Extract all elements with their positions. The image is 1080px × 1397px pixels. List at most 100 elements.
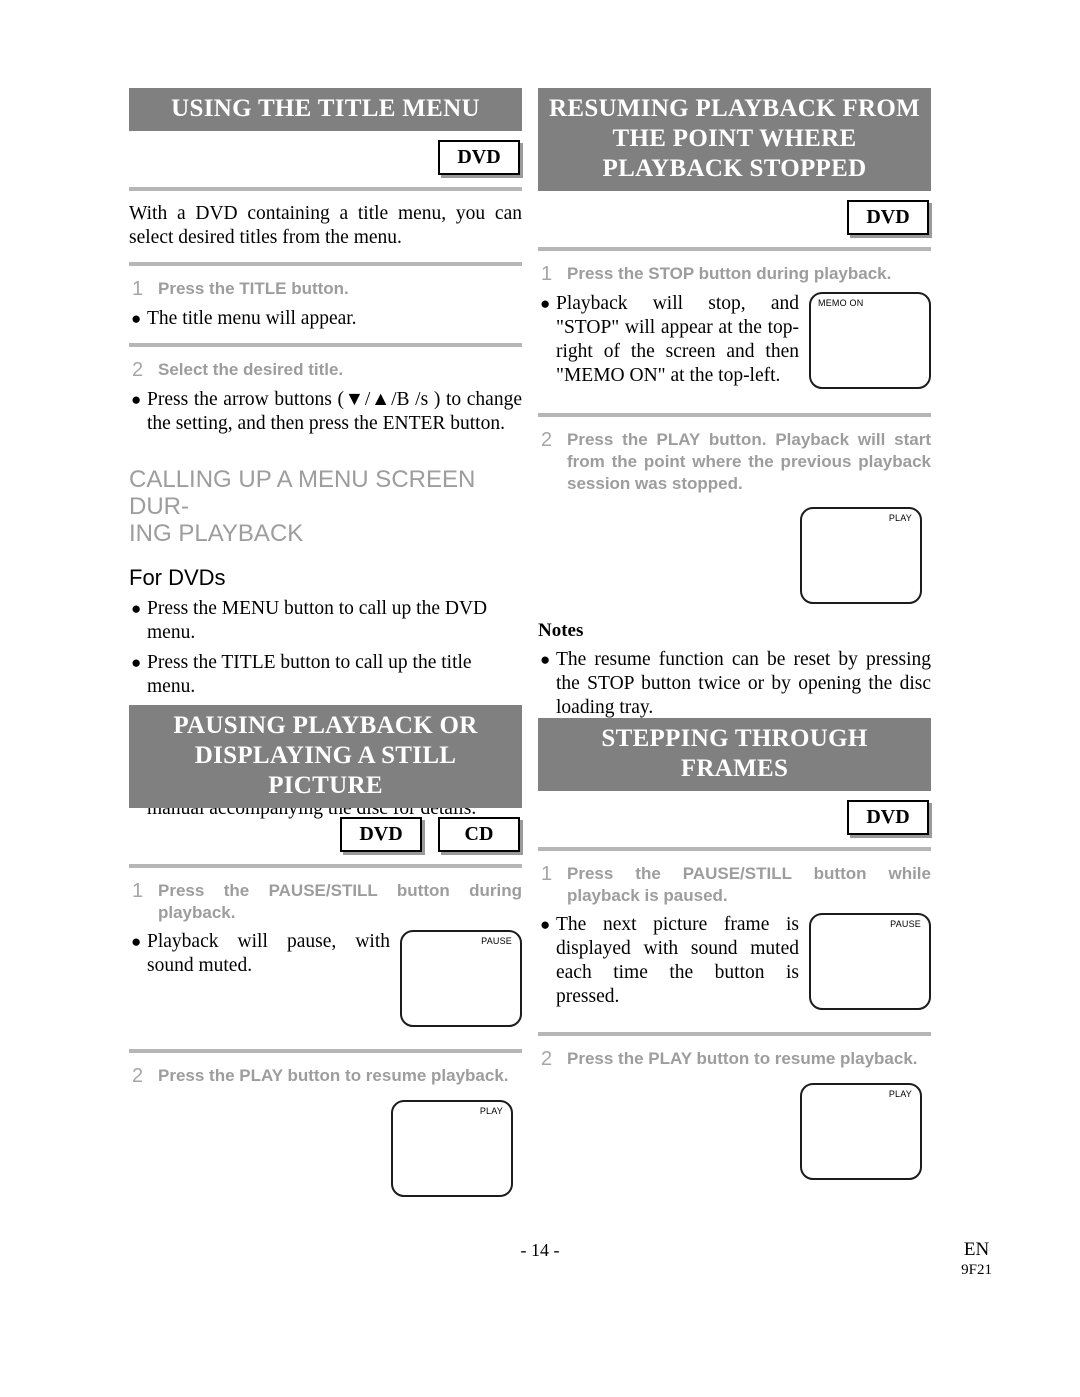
step-number: 1 bbox=[132, 880, 144, 902]
screen-illustration-wrap: PAUSE bbox=[809, 913, 931, 1010]
step-number: 1 bbox=[132, 278, 144, 300]
for-dvds-label: For DVDs bbox=[129, 565, 226, 590]
screen-label: MEMO ON bbox=[818, 298, 864, 308]
subheading-line-1: CALLING UP A MENU SCREEN DUR- bbox=[129, 466, 476, 520]
disc-badges-title-menu: DVD bbox=[129, 140, 522, 175]
bullet-text: Playback will pause, with sound muted. bbox=[147, 931, 390, 976]
screen-illustration-wrap: PLAY bbox=[129, 1100, 522, 1197]
divider bbox=[538, 247, 931, 251]
section-pausing-playback: PAUSING PLAYBACK OR DISPLAYING A STILL P… bbox=[129, 705, 522, 1197]
tv-screen-pause: PAUSE bbox=[809, 913, 931, 1010]
step-number: 1 bbox=[541, 263, 553, 285]
bullet-with-screen: PAUSE ● The next picture frame is displa… bbox=[538, 913, 931, 1010]
step-text: Press the TITLE button. bbox=[158, 279, 349, 298]
bullet-item: ● Press the TITLE button to call up the … bbox=[129, 651, 522, 699]
step-2: 2 Press the PLAY button to resume playba… bbox=[129, 1065, 522, 1088]
section-resuming-playback: RESUMING PLAYBACK FROM THE POINT WHERE P… bbox=[538, 88, 931, 774]
footer-language-block: EN 9F21 bbox=[961, 1238, 992, 1280]
screen-illustration-wrap: MEMO ON bbox=[809, 292, 931, 389]
divider bbox=[538, 1032, 931, 1036]
bullet-text: Playback will stop, and "STOP" will appe… bbox=[556, 293, 799, 386]
disc-badges-pausing: DVD CD bbox=[129, 817, 522, 852]
subheading-calling-up-menu: CALLING UP A MENU SCREEN DUR- ING PLAYBA… bbox=[129, 466, 522, 547]
step-number: 2 bbox=[132, 1065, 144, 1087]
step-text: Press the PLAY button to resume playback… bbox=[158, 1066, 509, 1085]
tv-screen-pause: PAUSE bbox=[400, 930, 522, 1027]
header-line: DISPLAYING A STILL PICTURE bbox=[194, 742, 457, 799]
disc-badge-dvd: DVD bbox=[438, 140, 520, 175]
manual-page: USING THE TITLE MENU DVD With a DVD cont… bbox=[0, 0, 1080, 1397]
section-header-resuming: RESUMING PLAYBACK FROM THE POINT WHERE P… bbox=[538, 88, 931, 191]
step-text: Press the PLAY button. Playback will sta… bbox=[567, 430, 931, 493]
screen-illustration-wrap: PLAY bbox=[538, 507, 931, 604]
step-text: Press the PLAY button to resume playback… bbox=[567, 1049, 918, 1068]
step-2: 2 Select the desired title. bbox=[129, 359, 522, 382]
screen-label: PLAY bbox=[888, 513, 912, 523]
bullet-text: Press the MENU button to call up the DVD… bbox=[147, 598, 488, 643]
bullet-dot-icon: ● bbox=[131, 932, 142, 951]
divider bbox=[129, 864, 522, 868]
section-header-pausing: PAUSING PLAYBACK OR DISPLAYING A STILL P… bbox=[129, 705, 522, 808]
screen-illustration-wrap: PLAY bbox=[538, 1083, 931, 1180]
divider bbox=[129, 262, 522, 266]
step-number: 2 bbox=[132, 359, 144, 381]
header-line: PAUSING PLAYBACK OR bbox=[173, 712, 478, 739]
bullet-dot-icon: ● bbox=[131, 309, 142, 328]
divider bbox=[129, 1049, 522, 1053]
disc-badge-dvd: DVD bbox=[340, 817, 422, 852]
step-number: 1 bbox=[541, 863, 553, 885]
step-text: Press the PAUSE/STILL button during play… bbox=[158, 881, 522, 922]
bullet-dot-icon: ● bbox=[131, 390, 142, 409]
bullet-item: ● The title menu will appear. bbox=[129, 307, 522, 331]
bullet-text: The next picture frame is displayed with… bbox=[556, 914, 799, 1007]
step-1: 1 Press the TITLE button. bbox=[129, 278, 522, 301]
bullet-with-screen: PAUSE ● Playback will pause, with sound … bbox=[129, 930, 522, 1027]
divider bbox=[538, 847, 931, 851]
section-header-stepping: STEPPING THROUGH FRAMES bbox=[538, 718, 931, 791]
disc-badge-dvd: DVD bbox=[847, 200, 929, 235]
section-stepping-frames: STEPPING THROUGH FRAMES DVD 1 Press the … bbox=[538, 718, 931, 1180]
note-text: The resume function can be reset by pres… bbox=[556, 649, 931, 718]
step-1: 1 Press the PAUSE/STILL button while pla… bbox=[538, 863, 931, 907]
footer-language: EN bbox=[963, 1239, 990, 1260]
tv-screen-play: PLAY bbox=[800, 507, 922, 604]
step-text: Press the PAUSE/STILL button while playb… bbox=[567, 864, 931, 905]
header-line: PLAYBACK STOPPED bbox=[602, 155, 867, 182]
step-2: 2 Press the PLAY button to resume playba… bbox=[538, 1048, 931, 1071]
disc-badge-dvd: DVD bbox=[847, 800, 929, 835]
intro-paragraph: With a DVD containing a title menu, you … bbox=[129, 203, 522, 248]
step-2: 2 Press the PLAY button. Playback will s… bbox=[538, 429, 931, 495]
bullet-item: ● Playback will stop, and "STOP" will ap… bbox=[538, 292, 799, 388]
tv-screen-memo-on: MEMO ON bbox=[809, 292, 931, 389]
disc-badges-resuming: DVD bbox=[538, 200, 931, 235]
bullet-with-screen: MEMO ON ● Playback will stop, and "STOP"… bbox=[538, 292, 931, 389]
screen-label: PAUSE bbox=[890, 919, 921, 929]
footer-page-number: - 14 - bbox=[520, 1240, 560, 1260]
bullet-text: Press the arrow buttons (▼/▲/B /s ) to c… bbox=[147, 389, 522, 434]
header-line: USING THE TITLE MENU bbox=[171, 95, 480, 122]
disc-badges-stepping: DVD bbox=[538, 800, 931, 835]
subheading-line-2: ING PLAYBACK bbox=[129, 520, 304, 547]
bullet-item: ● Playback will pause, with sound muted. bbox=[129, 930, 390, 978]
bullet-item: ● Press the arrow buttons (▼/▲/B /s ) to… bbox=[129, 388, 522, 436]
bullet-item: ● The next picture frame is displayed wi… bbox=[538, 913, 799, 1009]
screen-label: PLAY bbox=[888, 1089, 912, 1099]
bullet-text: The title menu will appear. bbox=[147, 308, 357, 329]
section-header-title-menu: USING THE TITLE MENU bbox=[129, 88, 522, 131]
notes-label: Notes bbox=[538, 620, 584, 641]
disc-badge-cd: CD bbox=[438, 817, 520, 852]
step-1: 1 Press the STOP button during playback. bbox=[538, 263, 931, 286]
bullet-dot-icon: ● bbox=[540, 650, 551, 669]
divider bbox=[538, 413, 931, 417]
step-number: 2 bbox=[541, 1048, 553, 1070]
tv-screen-play: PLAY bbox=[391, 1100, 513, 1197]
step-text: Select the desired title. bbox=[158, 360, 344, 379]
note-bullet-item: ● The resume function can be reset by pr… bbox=[538, 648, 931, 720]
step-text: Press the STOP button during playback. bbox=[567, 264, 892, 283]
header-line: RESUMING PLAYBACK FROM bbox=[549, 95, 920, 122]
step-number: 2 bbox=[541, 429, 553, 451]
header-line: STEPPING THROUGH FRAMES bbox=[601, 725, 868, 782]
footer-doc-code: 9F21 bbox=[961, 1262, 992, 1278]
header-line: THE POINT WHERE bbox=[612, 125, 857, 152]
bullet-dot-icon: ● bbox=[540, 915, 551, 934]
